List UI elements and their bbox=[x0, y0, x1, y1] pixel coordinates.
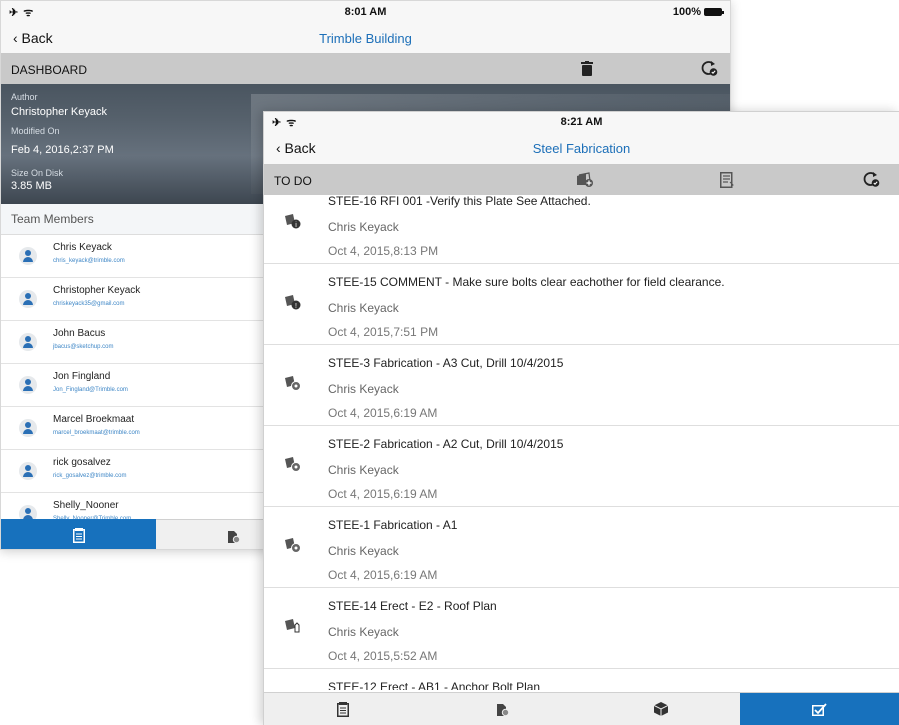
user-avatar-icon bbox=[19, 376, 37, 394]
section-title: DASHBOARD bbox=[11, 63, 88, 77]
todo-date: Oct 4, 2015,8:13 PM bbox=[328, 244, 439, 258]
tab-files[interactable] bbox=[422, 693, 582, 725]
todo-item[interactable]: i STEE-16 RFI 001 -Verify this Plate See… bbox=[264, 194, 899, 264]
user-avatar-icon bbox=[19, 290, 37, 308]
todo-tab-icon bbox=[812, 702, 827, 716]
nav-bar: ‹ Back Trimble Building bbox=[1, 23, 730, 54]
member-email[interactable]: chriskeyack35@gmail.com bbox=[53, 301, 124, 307]
todo-item[interactable]: STEE-1 Fabrication - A1 Chris Keyack Oct… bbox=[264, 507, 899, 588]
modified-value: Feb 4, 2016,2:37 PM bbox=[11, 144, 114, 156]
todo-title: STEE-14 Erect - E2 - Roof Plan bbox=[328, 599, 497, 613]
sync-icon[interactable] bbox=[700, 60, 718, 77]
page-title: Trimble Building bbox=[319, 31, 412, 46]
tab-todo[interactable] bbox=[740, 693, 899, 725]
nav-bar: ‹ Back Steel Fabrication bbox=[264, 132, 899, 165]
user-avatar-icon bbox=[19, 247, 37, 265]
battery-percent: 100% bbox=[672, 6, 701, 18]
notes-tab-icon bbox=[72, 528, 85, 543]
todo-date: Oct 4, 2015,6:19 AM bbox=[328, 568, 438, 582]
author-label: Author bbox=[11, 92, 38, 102]
files-tab-icon bbox=[496, 702, 509, 716]
member-email[interactable]: chris_keyack@trimble.com bbox=[53, 258, 125, 264]
todo-item[interactable]: STEE-3 Fabrication - A3 Cut, Drill 10/4/… bbox=[264, 345, 899, 426]
member-email[interactable]: jbacus@sketchup.com bbox=[53, 344, 113, 350]
user-avatar-icon bbox=[19, 333, 37, 351]
todo-date: Oct 4, 2015,6:19 AM bbox=[328, 487, 438, 501]
author-value: Christopher Keyack bbox=[11, 106, 107, 118]
status-bar: ✈ ᯤ 8:21 AM bbox=[264, 112, 899, 132]
user-avatar-icon bbox=[19, 462, 37, 480]
fabrication-icon bbox=[285, 375, 301, 391]
list-icon[interactable] bbox=[720, 172, 734, 188]
notes-tab-icon bbox=[337, 701, 350, 717]
todo-item[interactable]: STEE-12 Erect - AB1 - Anchor Bolt Plan bbox=[264, 669, 899, 690]
todo-item[interactable]: STEE-2 Fabrication - A2 Cut, Drill 10/4/… bbox=[264, 426, 899, 507]
fabrication-icon bbox=[285, 456, 301, 472]
todo-title: STEE-2 Fabrication - A2 Cut, Drill 10/4/… bbox=[328, 437, 564, 451]
member-name: Chris Keyack bbox=[53, 242, 112, 253]
erect-icon bbox=[285, 618, 301, 634]
tab-notes[interactable] bbox=[1, 519, 156, 549]
files-tab-icon bbox=[227, 529, 240, 543]
member-email[interactable]: rick_gosalvez@trimble.com bbox=[53, 473, 126, 479]
member-email[interactable]: Jon_Fingland@Trimble.com bbox=[53, 387, 128, 393]
todo-title: STEE-16 RFI 001 -Verify this Plate See A… bbox=[328, 194, 591, 208]
user-avatar-icon bbox=[19, 419, 37, 437]
todo-date: Oct 4, 2015,7:51 PM bbox=[328, 325, 439, 339]
model-tab-icon bbox=[653, 702, 668, 716]
todo-author: Chris Keyack bbox=[328, 463, 399, 477]
todo-date: Oct 4, 2015,5:52 AM bbox=[328, 649, 438, 663]
section-title: TO DO bbox=[274, 174, 312, 188]
todo-title: STEE-1 Fabrication - A1 bbox=[328, 518, 458, 532]
modified-label: Modified On bbox=[11, 126, 60, 136]
todo-author: Chris Keyack bbox=[328, 220, 399, 234]
todo-author: Chris Keyack bbox=[328, 544, 399, 558]
fabrication-icon bbox=[285, 537, 301, 553]
trash-icon[interactable] bbox=[581, 61, 593, 76]
todo-title: STEE-3 Fabrication - A3 Cut, Drill 10/4/… bbox=[328, 356, 564, 370]
tab-notes[interactable] bbox=[264, 693, 423, 725]
todo-item[interactable]: STEE-14 Erect - E2 - Roof Plan Chris Key… bbox=[264, 588, 899, 669]
todo-title: STEE-12 Erect - AB1 - Anchor Bolt Plan bbox=[328, 680, 541, 690]
member-name: John Bacus bbox=[53, 328, 106, 339]
status-time: 8:01 AM bbox=[344, 6, 387, 18]
member-name: Marcel Broekmaat bbox=[53, 414, 135, 425]
size-label: Size On Disk bbox=[11, 168, 64, 178]
steel-fabrication-window: ✈ ᯤ 8:21 AM ‹ Back Steel Fabrication TO … bbox=[263, 111, 899, 725]
member-name: Shelly_Nooner bbox=[53, 500, 119, 511]
svg-text:!: ! bbox=[295, 303, 297, 310]
size-value: 3.85 MB bbox=[11, 180, 52, 192]
member-name: Christopher Keyack bbox=[53, 285, 141, 296]
status-bar: ✈ ᯤ 8:01 AM 100% bbox=[1, 1, 730, 23]
status-time: 8:21 AM bbox=[560, 116, 603, 128]
page-title: Steel Fabrication bbox=[532, 141, 631, 156]
todo-author: Chris Keyack bbox=[328, 382, 399, 396]
todo-author: Chris Keyack bbox=[328, 625, 399, 639]
todo-title: STEE-15 COMMENT - Make sure bolts clear … bbox=[328, 275, 725, 289]
section-header: DASHBOARD bbox=[1, 54, 730, 84]
todo-item[interactable]: ! STEE-15 COMMENT - Make sure bolts clea… bbox=[264, 264, 899, 345]
todo-date: Oct 4, 2015,6:19 AM bbox=[328, 406, 438, 420]
battery-icon bbox=[704, 8, 724, 16]
member-email[interactable]: marcel_broekmaat@trimble.com bbox=[53, 430, 140, 436]
member-name: rick gosalvez bbox=[53, 457, 111, 468]
tab-model[interactable] bbox=[581, 693, 741, 725]
section-header: TO DO bbox=[264, 165, 899, 195]
sync-icon[interactable] bbox=[862, 171, 880, 188]
rfi-icon: i bbox=[285, 213, 301, 229]
todo-author: Chris Keyack bbox=[328, 301, 399, 315]
todo-list: i STEE-16 RFI 001 -Verify this Plate See… bbox=[264, 194, 899, 690]
member-name: Jon Fingland bbox=[53, 371, 111, 382]
tab-bar bbox=[264, 692, 899, 725]
comment-icon: ! bbox=[285, 294, 301, 310]
add-todo-icon[interactable] bbox=[576, 172, 594, 188]
battery-indicator: 100% bbox=[672, 6, 724, 18]
